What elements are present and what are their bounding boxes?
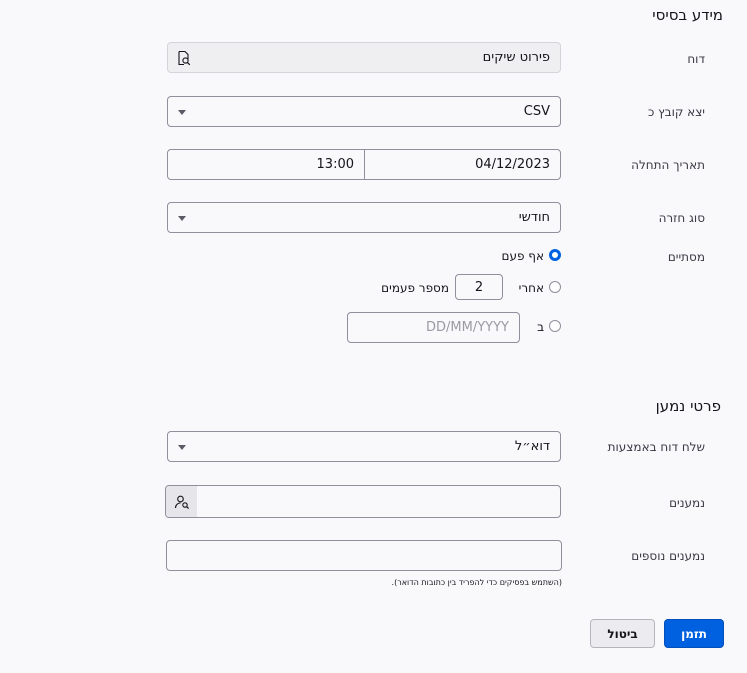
extra-recipients-note: (השתמש בפסיקים כדי להפריד בין כתובות הדו… (391, 578, 562, 587)
report-field[interactable]: פירוט שיקים (167, 42, 561, 73)
recurrence-value: חודשי (518, 210, 550, 225)
section-title-recipient: פרטי נמען (655, 397, 721, 415)
end-never-label: אף פעם (501, 249, 544, 263)
end-on-date-placeholder: DD/MM/YYYY (426, 320, 509, 335)
start-time-value: 13:00 (316, 157, 354, 172)
export-select[interactable]: CSV (167, 96, 561, 127)
recurrence-select[interactable]: חודשי (167, 202, 561, 233)
end-on-label: ב (537, 320, 544, 334)
end-after-radio[interactable] (549, 281, 561, 293)
cancel-button[interactable]: ביטול (590, 619, 655, 648)
report-label: דוח (687, 52, 705, 66)
report-search-icon[interactable] (176, 50, 192, 66)
recipients-label: נמענים (669, 496, 705, 510)
end-after-label: אחרי (518, 281, 544, 295)
end-after-count-value: 2 (474, 279, 484, 295)
recipients-address-book-button[interactable] (166, 486, 197, 517)
end-after-count-input[interactable]: 2 (455, 274, 503, 300)
end-on-radio[interactable] (549, 320, 561, 332)
section-title-basic: מידע בסיסי (652, 6, 723, 24)
start-date-input[interactable]: 04/12/2023 (364, 149, 561, 180)
export-value: CSV (523, 104, 550, 119)
ends-label: מסתיים (667, 250, 705, 264)
user-search-icon (174, 495, 189, 509)
start-date-value: 04/12/2023 (475, 157, 550, 172)
end-never-radio[interactable] (549, 249, 561, 261)
chevron-down-icon (178, 215, 186, 221)
export-label: יצא קובץ כ (648, 105, 705, 119)
send-via-select[interactable]: דוא״ל (167, 431, 561, 462)
recurrence-label: סוג חזרה (658, 211, 705, 225)
end-after-suffix: מספר פעמים (381, 281, 449, 295)
send-via-value: דוא״ל (514, 439, 550, 454)
end-on-date-input[interactable]: DD/MM/YYYY (347, 312, 520, 343)
chevron-down-icon (178, 444, 186, 450)
recipients-input[interactable] (165, 485, 561, 518)
send-via-label: שלח דוח באמצעות (607, 440, 705, 454)
schedule-button[interactable]: תזמן (664, 619, 724, 648)
extra-recipients-label: נמענים נוספים (631, 549, 705, 563)
extra-recipients-input[interactable] (166, 540, 562, 571)
start-time-input[interactable]: 13:00 (167, 149, 365, 180)
start-label: תאריך התחלה (631, 158, 705, 172)
chevron-down-icon (178, 109, 186, 115)
report-value: פירוט שיקים (482, 50, 550, 65)
